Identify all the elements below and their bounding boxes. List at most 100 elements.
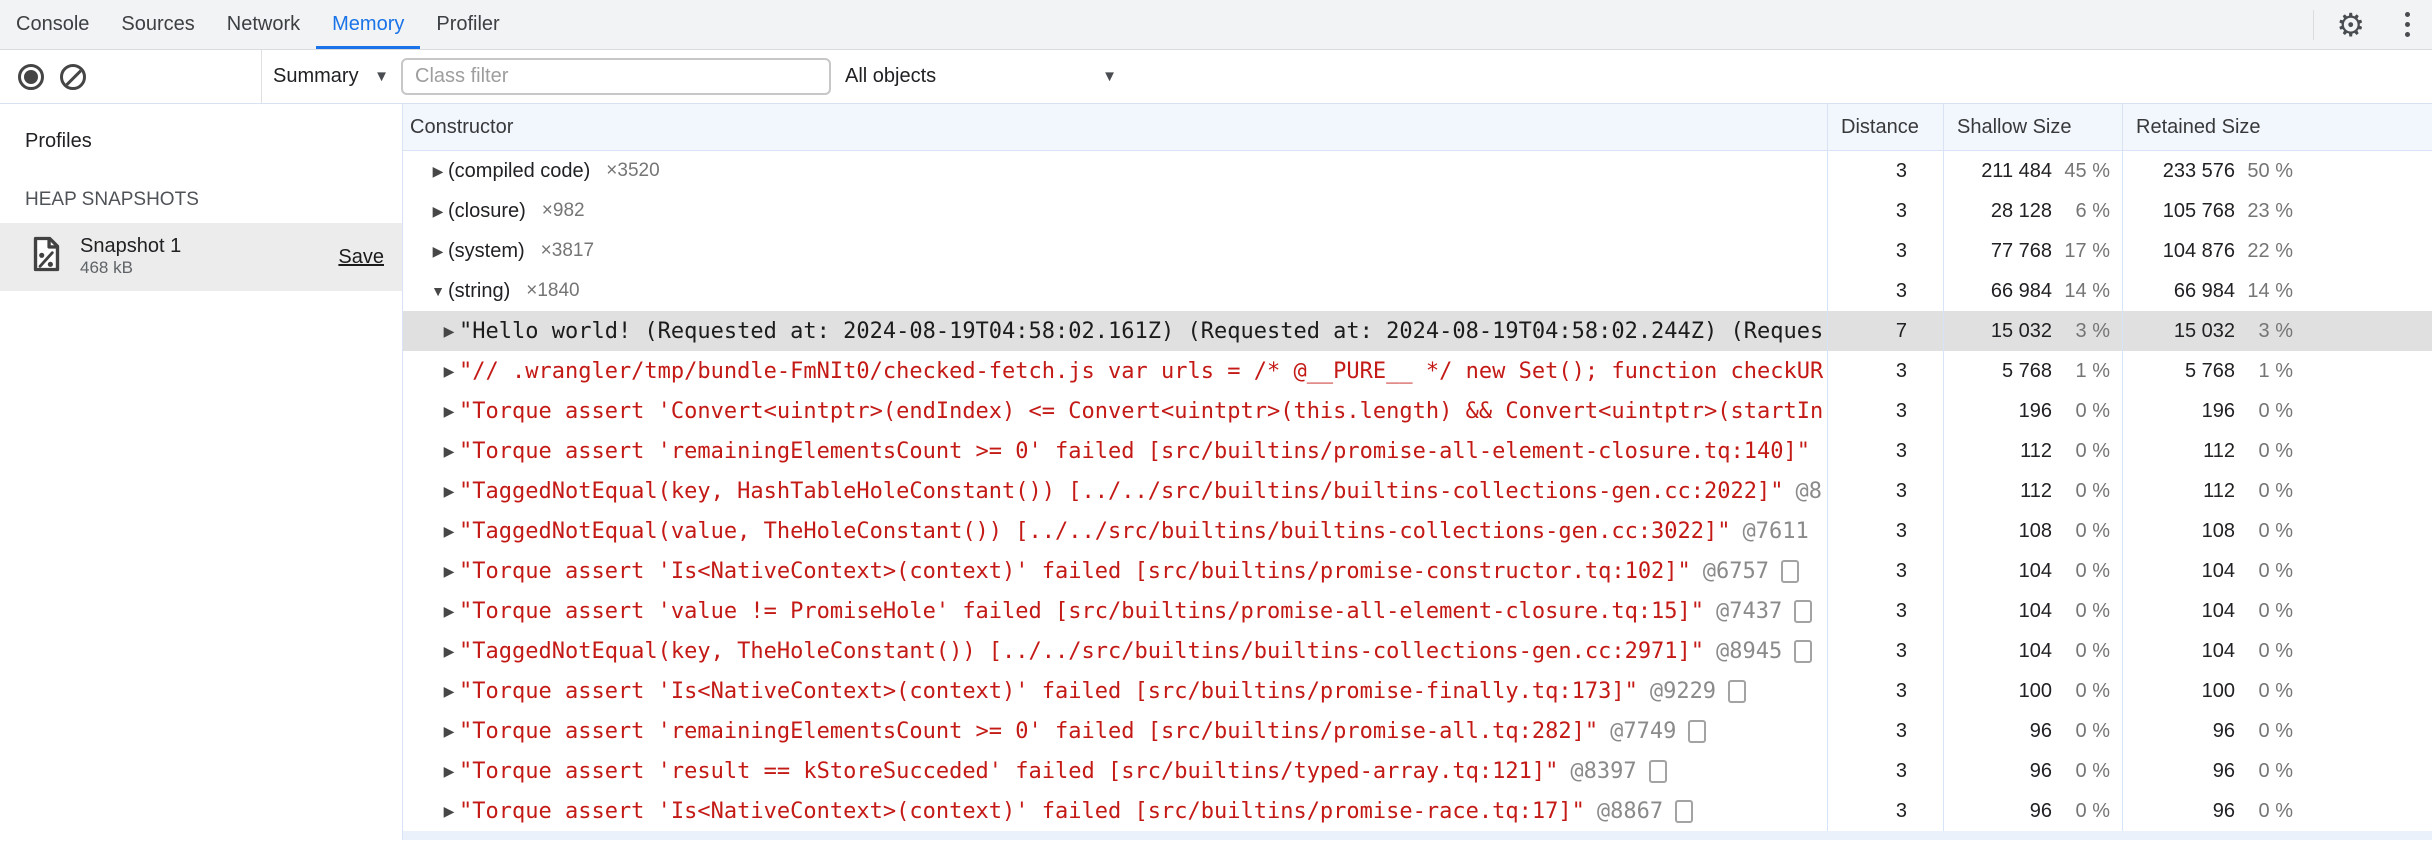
distance-cell-value: 3 [1895, 239, 1907, 262]
tab-network[interactable]: Network [211, 0, 316, 49]
expand-arrow-icon[interactable]: ▶ [441, 763, 457, 780]
clear-profiles-icon[interactable] [60, 63, 86, 90]
retained-size-cell-value: 15 032 [2173, 319, 2235, 342]
expand-arrow-icon[interactable]: ▶ [430, 203, 446, 220]
retained-size-cell-value: 104 876 [2162, 239, 2235, 262]
string-value: "Torque assert 'remainingElementsCount >… [459, 718, 1599, 744]
profile-actions [0, 50, 262, 103]
view-controls: Summary ▼ All objects ▼ [262, 50, 2432, 103]
shallow-size-cell-value: 196 [2018, 399, 2052, 422]
column-header-shallow-size[interactable]: Shallow Size [1943, 104, 2122, 150]
object-id: @7611 [1742, 518, 1809, 544]
string-value: "Torque assert 'remainingElementsCount >… [459, 438, 1811, 464]
string-object-row[interactable]: ▶ "Torque assert 'value != PromiseHole' f… [403, 591, 2432, 631]
retained-size-cell: 96 0 % [2122, 751, 2432, 791]
string-object-row[interactable]: ▶ "Torque assert 'result == kStoreSuccede… [403, 751, 2432, 791]
shallow-size-cell-value: 211 484 [1981, 159, 2052, 182]
shallow-size-cell-value: 96 [2029, 759, 2052, 782]
expand-arrow-icon[interactable]: ▶ [441, 643, 457, 660]
perspective-select[interactable]: Summary ▼ [273, 50, 389, 103]
shallow-size-cell-value: 108 [2018, 519, 2052, 542]
class-filter-input[interactable] [401, 58, 831, 95]
shallow-size-cell-percent: 17 % [2064, 239, 2110, 262]
tab-sources[interactable]: Sources [105, 0, 210, 49]
sidebar-item-snapshot-1[interactable]: Snapshot 1 468 kB Save [0, 223, 402, 291]
column-header-retained-size[interactable]: Retained Size [2122, 104, 2432, 150]
constructor-cell: ▶ "Hello world! (Requested at: 2024-08-19… [403, 311, 1827, 351]
settings-gear-icon[interactable]: ⚙ [2336, 9, 2365, 41]
shallow-size-cell-percent: 0 % [2075, 479, 2110, 502]
shallow-size-cell-percent: 0 % [2075, 639, 2110, 662]
string-object-row[interactable]: ▶ "Torque assert 'Is<NativeContext>(conte… [403, 791, 2432, 831]
distance-cell-value: 3 [1895, 559, 1907, 582]
object-scope-select[interactable]: All objects ▼ [845, 50, 1117, 103]
constructor-group-row[interactable]: ▶ (closure) ×982 3 28 128 6 % 105 768 23 % [403, 191, 2432, 231]
distance-cell-value: 3 [1895, 479, 1907, 502]
expand-arrow-icon[interactable]: ▶ [441, 443, 457, 460]
shallow-size-cell-percent: 3 % [2075, 319, 2110, 342]
expand-arrow-icon[interactable]: ▶ [430, 243, 446, 260]
string-object-row[interactable]: ▶ "// .wrangler/tmp/bundle-FmNIt0/checked… [403, 351, 2432, 391]
string-object-row[interactable]: ▶ "Torque assert 'remainingElementsCount … [403, 711, 2432, 751]
retained-size-cell-percent: 0 % [2258, 559, 2293, 582]
expand-arrow-icon[interactable]: ▶ [441, 523, 457, 540]
constructor-group-row[interactable]: ▶ (compiled code) ×3520 3 211 484 45 % 233 576… [403, 151, 2432, 191]
collapse-arrow-icon[interactable]: ▼ [430, 283, 446, 299]
expand-arrow-icon[interactable]: ▶ [441, 563, 457, 580]
distance-cell: 3 [1827, 631, 1943, 671]
save-snapshot-link[interactable]: Save [338, 246, 384, 269]
retained-size-cell-percent: 14 % [2247, 279, 2293, 302]
chevron-down-icon: ▼ [374, 68, 389, 85]
retained-size-cell-percent: 0 % [2258, 799, 2293, 822]
string-object-row[interactable]: ▶ "TaggedNotEqual(key, HashTableHoleConst… [403, 471, 2432, 511]
retained-size-cell: 100 0 % [2122, 671, 2432, 711]
expand-arrow-icon[interactable]: ▶ [441, 723, 457, 740]
retained-size-cell-value: 5 768 [2184, 359, 2235, 382]
expand-arrow-icon[interactable]: ▶ [441, 683, 457, 700]
constructor-group-row[interactable]: ▼ (string) ×1840 3 66 984 14 % 66 984 14 % [403, 271, 2432, 311]
constructor-group-row[interactable]: ▶ (system) ×3817 3 77 768 17 % 104 876 22 % [403, 231, 2432, 271]
retained-size-cell: 15 032 3 % [2122, 311, 2432, 351]
column-header-constructor[interactable]: Constructor [403, 104, 1827, 150]
string-value: "Hello world! (Requested at: 2024-08-19T… [459, 318, 1824, 344]
expand-arrow-icon[interactable]: ▶ [441, 603, 457, 620]
string-object-row[interactable]: ▶ "Torque assert 'Is<NativeContext>(conte… [403, 671, 2432, 711]
constructor-cell: ▶ "Torque assert 'value != PromiseHole' f… [403, 591, 1827, 631]
string-object-row[interactable]: ▶ "TaggedNotEqual(key, TheHoleConstant())… [403, 631, 2432, 671]
string-object-row[interactable]: ▶ "TaggedNotEqual(value, TheHoleConstant(… [403, 511, 2432, 551]
constructor-cell: ▶ (system) ×3817 [403, 231, 1827, 271]
memory-panel-content: Profiles HEAP SNAPSHOTS Snapshot 1 468 k… [0, 104, 2432, 840]
take-snapshot-icon[interactable] [18, 63, 44, 90]
retained-size-cell-value: 96 [2212, 759, 2235, 782]
more-options-icon[interactable] [2399, 8, 2416, 41]
retained-size-cell: 196 0 % [2122, 391, 2432, 431]
constructor-cell: ▶ "TaggedNotEqual(key, TheHoleConstant())… [403, 631, 1827, 671]
instance-count: ×982 [541, 200, 585, 221]
constructor-cell: ▶ "// .wrangler/tmp/bundle-FmNIt0/checked… [403, 351, 1827, 391]
tab-console[interactable]: Console [0, 0, 105, 49]
tab-memory[interactable]: Memory [316, 0, 421, 49]
shallow-size-cell-percent: 0 % [2075, 599, 2110, 622]
expand-arrow-icon[interactable]: ▶ [441, 323, 457, 340]
distance-cell: 3 [1827, 671, 1943, 711]
expand-arrow-icon[interactable]: ▶ [441, 363, 457, 380]
grid-body: ▶ (compiled code) ×3520 3 211 484 45 % 233 576… [403, 151, 2432, 840]
expand-arrow-icon[interactable]: ▶ [441, 483, 457, 500]
retained-size-cell-percent: 0 % [2258, 479, 2293, 502]
toolbar-divider [2313, 9, 2315, 40]
heap-snapshots-section-label: HEAP SNAPSHOTS [25, 189, 199, 210]
distance-cell: 3 [1827, 431, 1943, 471]
column-header-distance[interactable]: Distance [1827, 104, 1943, 150]
string-object-row[interactable]: ▶ "Torque assert 'Is<NativeContext>(conte… [403, 551, 2432, 591]
expand-arrow-icon[interactable]: ▶ [441, 403, 457, 420]
expand-arrow-icon[interactable]: ▶ [441, 803, 457, 820]
shallow-size-cell-percent: 14 % [2064, 279, 2110, 302]
distance-cell-value: 3 [1895, 279, 1907, 302]
expand-arrow-icon[interactable]: ▶ [430, 163, 446, 180]
constructor-cell: ▶ "Torque assert 'Convert<uintptr>(endInd… [403, 391, 1827, 431]
tab-profiler[interactable]: Profiler [420, 0, 515, 49]
string-object-row[interactable]: ▶ "Torque assert 'Convert<uintptr>(endInd… [403, 391, 2432, 431]
string-object-row[interactable]: ▶ "Hello world! (Requested at: 2024-08-19… [403, 311, 2432, 351]
distance-cell-value: 3 [1895, 359, 1907, 382]
string-object-row[interactable]: ▶ "Torque assert 'remainingElementsCount … [403, 431, 2432, 471]
